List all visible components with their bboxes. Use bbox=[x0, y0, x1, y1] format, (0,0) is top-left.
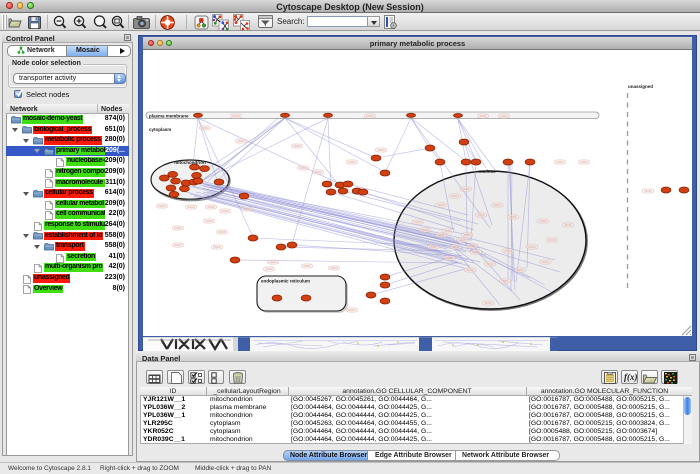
svg-text:unassigned: unassigned bbox=[628, 84, 653, 89]
svg-text:plasma membrane: plasma membrane bbox=[149, 114, 189, 119]
svg-text:endoplasmic reticulum: endoplasmic reticulum bbox=[261, 279, 310, 284]
svg-text:mitochondrion: mitochondrion bbox=[174, 160, 206, 165]
svg-text:cytoplasm: cytoplasm bbox=[149, 127, 171, 132]
svg-text:nucleus: nucleus bbox=[478, 169, 496, 174]
